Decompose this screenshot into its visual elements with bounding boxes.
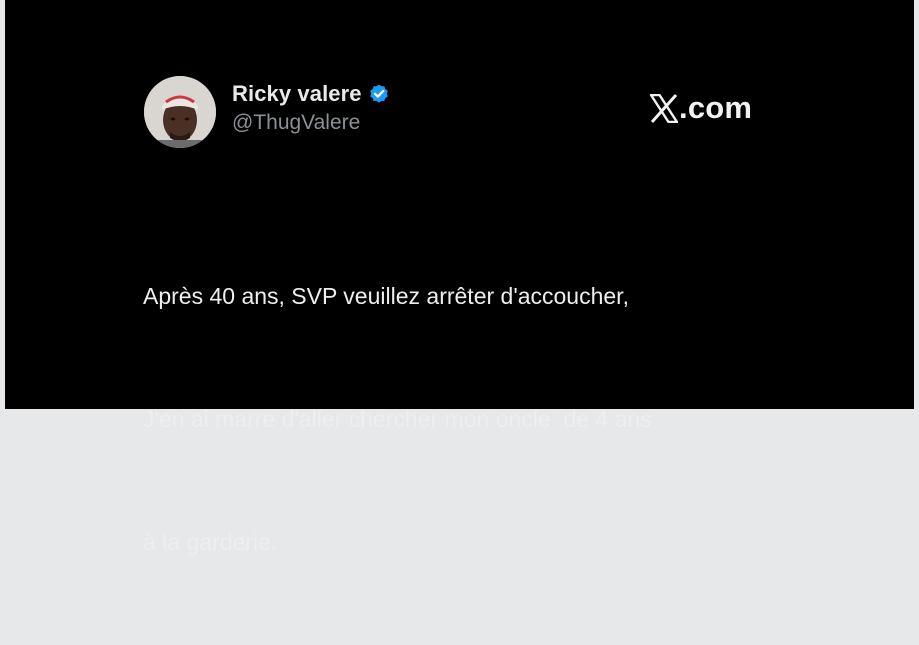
x-logo-icon bbox=[648, 93, 680, 123]
tweet-text: Après 40 ans, SVP veuillez arrêter d'acc… bbox=[143, 194, 843, 645]
avatar[interactable] bbox=[144, 76, 216, 148]
tweet-line: Après 40 ans, SVP veuillez arrêter d'acc… bbox=[143, 283, 629, 309]
author-handle[interactable]: @ThugValere bbox=[232, 111, 390, 135]
profile-photo-icon bbox=[144, 76, 216, 148]
tweet-line: à la garderie. bbox=[143, 529, 278, 555]
tweet-card: Ricky valere @ThugValere .com Après 40 a… bbox=[5, 0, 914, 555]
brand-domain-text: .com bbox=[679, 90, 753, 125]
tweet-line: J'en ai marre d'aller chercher mon oncle… bbox=[143, 406, 652, 432]
brand-watermark: .com bbox=[648, 90, 753, 126]
author-row: Ricky valere @ThugValere bbox=[144, 76, 390, 148]
name-line: Ricky valere bbox=[232, 81, 390, 107]
author-names: Ricky valere @ThugValere bbox=[232, 81, 390, 135]
verified-badge-icon bbox=[368, 83, 390, 105]
author-display-name[interactable]: Ricky valere bbox=[232, 81, 362, 107]
